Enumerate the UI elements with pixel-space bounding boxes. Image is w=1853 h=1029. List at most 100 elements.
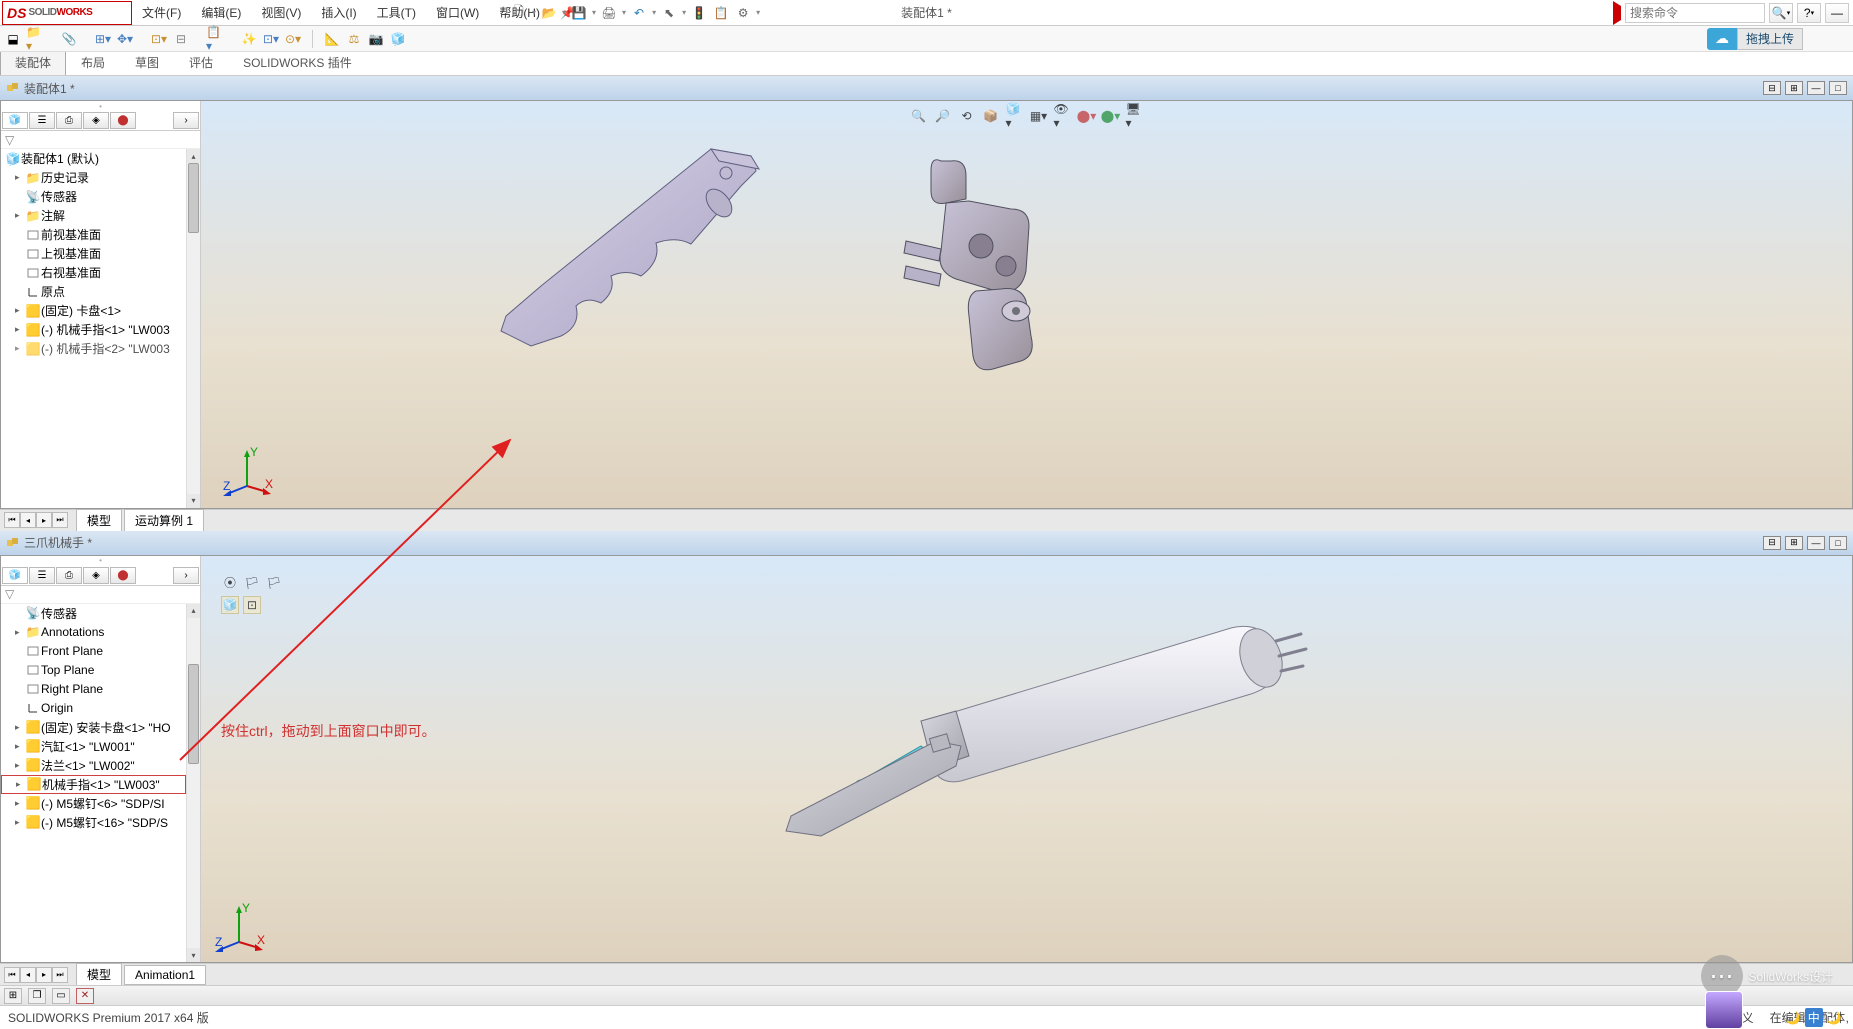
scroll-up-icon[interactable]: ▴ bbox=[187, 604, 200, 618]
fm-tab-tree-icon[interactable]: 🧊 bbox=[2, 112, 28, 129]
tree-origin[interactable]: 原点 bbox=[41, 283, 65, 300]
doc2-tile-v-icon[interactable]: ⊞ bbox=[1785, 536, 1803, 550]
fm-expand-icon[interactable]: › bbox=[173, 567, 199, 584]
view-triad-icon[interactable]: Y Z X bbox=[221, 446, 273, 498]
bom-icon[interactable]: 📋▾ bbox=[206, 30, 224, 48]
select-icon[interactable]: ⬉ bbox=[660, 4, 678, 22]
doc1-viewport[interactable]: 🔍 🔎 ⟲ 📦 🧊▾ ▦▾ 👁▾ ⬤▾ ⬤▾ 🖥▾ bbox=[201, 101, 1852, 508]
scroll-down-icon[interactable]: ▾ bbox=[187, 494, 200, 508]
filter-icon[interactable]: ▽ bbox=[5, 133, 14, 147]
doc1-tree[interactable]: 🧊装配体1 (默认) ▸📁历史记录 📡传感器 ▸📁注解 前视基准面 上视基准面 … bbox=[1, 149, 200, 508]
btab-nav-next-icon[interactable]: ▸ bbox=[36, 512, 52, 528]
display-style-icon[interactable]: ▦▾ bbox=[1030, 107, 1048, 125]
tree-part-4-selected[interactable]: 机械手指<1> "LW003" bbox=[42, 776, 160, 793]
upload-button[interactable]: ☁ 拖拽上传 bbox=[1707, 28, 1803, 50]
btab-nav-last-icon[interactable]: ⏭ bbox=[52, 512, 68, 528]
user-avatar[interactable] bbox=[1705, 991, 1743, 1029]
btab-animation[interactable]: Animation1 bbox=[124, 965, 206, 985]
panel-grip-icon[interactable]: • bbox=[1, 556, 200, 566]
reference-icon[interactable]: ⊟ bbox=[172, 30, 190, 48]
menu-view[interactable]: 视图(V) bbox=[251, 4, 311, 21]
doc1-tile-v-icon[interactable]: ⊞ bbox=[1785, 81, 1803, 95]
btab-nav-prev-icon[interactable]: ◂ bbox=[20, 967, 36, 983]
tab-addins[interactable]: SOLIDWORKS 插件 bbox=[228, 49, 367, 75]
tree-top-plane[interactable]: Top Plane bbox=[41, 663, 94, 677]
menu-tools[interactable]: 工具(T) bbox=[367, 4, 426, 21]
tree-part-3[interactable]: (-) 机械手指<2> "LW003 bbox=[41, 340, 170, 357]
tab-evaluate[interactable]: 评估 bbox=[174, 49, 228, 75]
instant-3d-icon[interactable]: ⊡▾ bbox=[262, 30, 280, 48]
tree-annotations[interactable]: 注解 bbox=[41, 207, 65, 224]
move-icon[interactable]: ✥▾ bbox=[116, 30, 134, 48]
view-triad-icon[interactable]: Y Z X bbox=[213, 902, 265, 954]
flag3-icon[interactable]: 🏳 bbox=[265, 574, 283, 592]
assy-mode-icon[interactable]: ⊡ bbox=[243, 596, 261, 614]
print-icon[interactable]: 🖨 bbox=[600, 4, 618, 22]
tree-part-2[interactable]: 汽缸<1> "LW001" bbox=[41, 738, 135, 755]
view-settings-icon[interactable]: 🖥▾ bbox=[1126, 107, 1144, 125]
tree-top-plane[interactable]: 上视基准面 bbox=[41, 245, 101, 262]
save-icon[interactable]: 💾 bbox=[570, 4, 588, 22]
flag-icon[interactable]: ⦿ bbox=[221, 574, 239, 592]
fm-tab-property-icon[interactable]: ☰ bbox=[29, 112, 55, 129]
exploded-icon[interactable]: ✨ bbox=[240, 30, 258, 48]
mass-icon[interactable]: ⚖ bbox=[345, 30, 363, 48]
fm-tab-dim-icon[interactable]: ◈ bbox=[83, 112, 109, 129]
panel-grip-icon[interactable]: • bbox=[1, 101, 200, 111]
filter-icon[interactable]: ▽ bbox=[5, 587, 14, 601]
win-cascade-icon[interactable]: ❐ bbox=[28, 988, 46, 1004]
tree-part-5[interactable]: (-) M5螺钉<6> "SDP/SI bbox=[41, 795, 165, 812]
help-button[interactable]: ?▾ bbox=[1797, 3, 1821, 23]
measure-icon[interactable]: 📐 bbox=[323, 30, 341, 48]
btab-nav-last-icon[interactable]: ⏭ bbox=[52, 967, 68, 983]
tab-assembly[interactable]: 装配体 bbox=[0, 49, 66, 75]
menu-insert[interactable]: 插入(I) bbox=[311, 4, 366, 21]
menu-edit[interactable]: 编辑(E) bbox=[191, 4, 251, 21]
scene-icon[interactable]: ⬤▾ bbox=[1102, 107, 1120, 125]
open-doc-icon[interactable]: 📂 bbox=[540, 4, 558, 22]
tree-origin[interactable]: Origin bbox=[41, 701, 73, 715]
doc2-maximize-icon[interactable]: □ bbox=[1829, 536, 1847, 550]
snapshot-icon[interactable]: 📷 bbox=[367, 30, 385, 48]
search-input[interactable] bbox=[1625, 3, 1765, 23]
btab-nav-first-icon[interactable]: ⏮ bbox=[4, 967, 20, 983]
zoom-fit-icon[interactable]: 🔍 bbox=[910, 107, 928, 125]
pattern-icon[interactable]: ⊞▾ bbox=[94, 30, 112, 48]
tree-right-plane[interactable]: 右视基准面 bbox=[41, 264, 101, 281]
assembly-viz-icon[interactable]: 🧊 bbox=[389, 30, 407, 48]
tree-sensors[interactable]: 传感器 bbox=[41, 188, 77, 205]
btab-model[interactable]: 模型 bbox=[76, 509, 122, 532]
tree-annotations[interactable]: Annotations bbox=[41, 625, 104, 639]
minimize-window-icon[interactable]: — bbox=[1825, 3, 1849, 23]
options-icon[interactable]: 📋 bbox=[712, 4, 730, 22]
fm-tab-dim-icon[interactable]: ◈ bbox=[83, 567, 109, 584]
appearance-icon[interactable]: ⬤▾ bbox=[1078, 107, 1096, 125]
search-button[interactable]: 🔍▾ bbox=[1769, 3, 1793, 23]
fm-tab-config-icon[interactable]: ⎙ bbox=[56, 112, 82, 129]
scroll-thumb[interactable] bbox=[188, 163, 199, 233]
undo-icon[interactable]: ↶ bbox=[630, 4, 648, 22]
win-arrange-icon[interactable]: ▭ bbox=[52, 988, 70, 1004]
tab-layout[interactable]: 布局 bbox=[66, 49, 120, 75]
tool-open-icon[interactable]: 📁▾ bbox=[26, 30, 44, 48]
tool-icon-2[interactable]: ⊙▾ bbox=[284, 30, 302, 48]
menu-window[interactable]: 窗口(W) bbox=[426, 4, 489, 21]
smart-fastener-icon[interactable]: ⊡▾ bbox=[150, 30, 168, 48]
fm-tab-property-icon[interactable]: ☰ bbox=[29, 567, 55, 584]
tool-icon[interactable]: ⬓ bbox=[4, 30, 22, 48]
btab-model[interactable]: 模型 bbox=[76, 963, 122, 986]
part-mode-icon[interactable]: 🧊 bbox=[221, 596, 239, 614]
fm-expand-icon[interactable]: › bbox=[173, 112, 199, 129]
btab-nav-next-icon[interactable]: ▸ bbox=[36, 967, 52, 983]
doc2-tree-scrollbar[interactable]: ▴ ▾ bbox=[186, 604, 200, 963]
doc2-tree[interactable]: 📡传感器 ▸📁Annotations Front Plane Top Plane… bbox=[1, 604, 200, 963]
doc1-minimize-icon[interactable]: — bbox=[1807, 81, 1825, 95]
tree-part-3[interactable]: 法兰<1> "LW002" bbox=[41, 757, 135, 774]
ime-mode-icon[interactable]: , bbox=[1846, 1011, 1849, 1025]
ime-punct-icon[interactable]: 🌙 bbox=[1827, 1011, 1842, 1025]
tree-front-plane[interactable]: 前视基准面 bbox=[41, 226, 101, 243]
scroll-down-icon[interactable]: ▾ bbox=[187, 948, 200, 962]
prev-view-icon[interactable]: ⟲ bbox=[958, 107, 976, 125]
ime-indicator[interactable]: 中 bbox=[1805, 1008, 1823, 1027]
scroll-thumb[interactable] bbox=[188, 664, 199, 764]
